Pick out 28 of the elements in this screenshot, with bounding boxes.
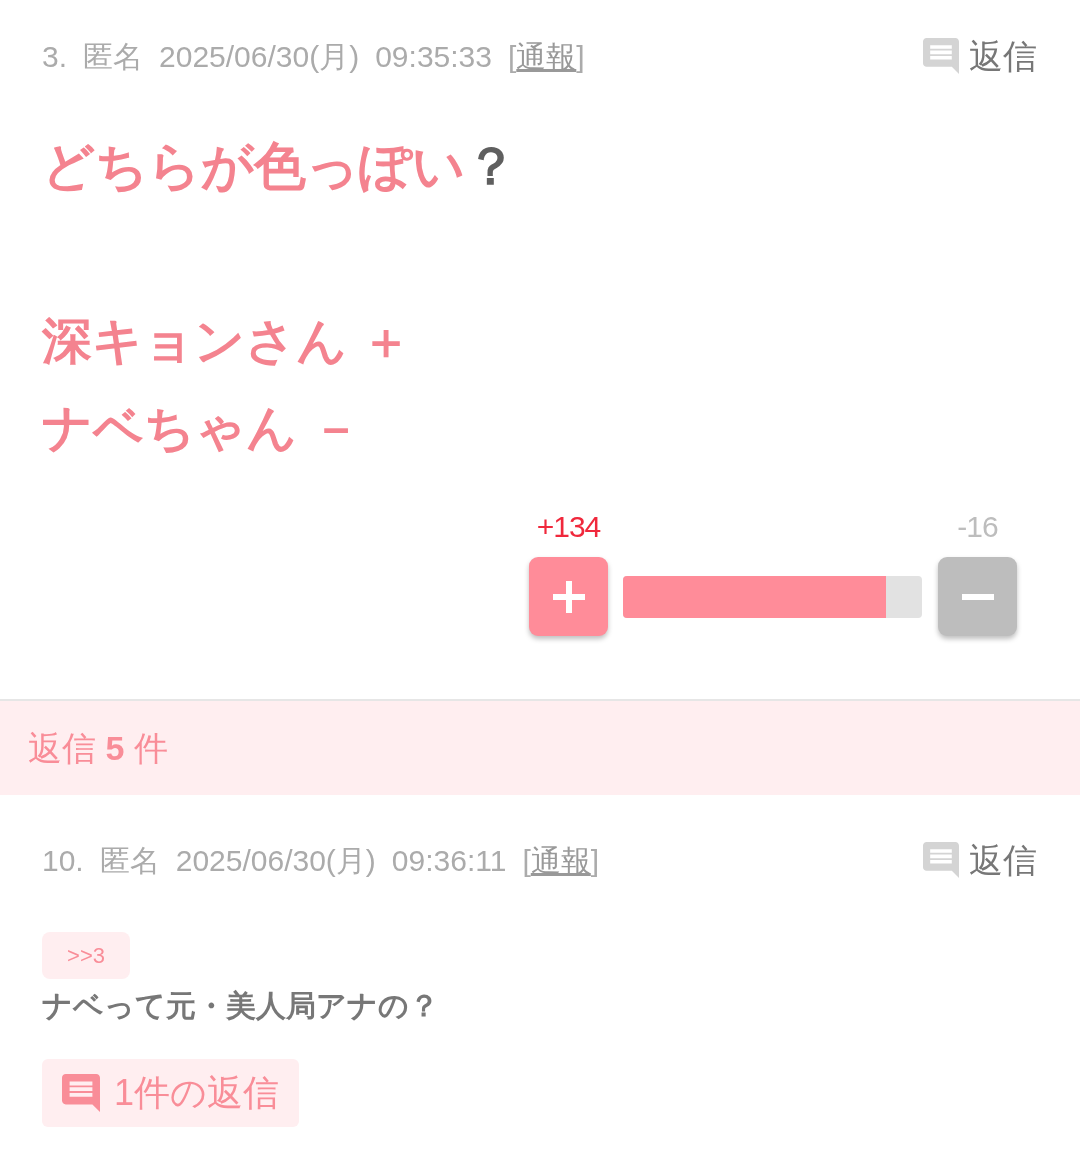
reply-count-button[interactable]: 1件の返信 [42,1059,300,1127]
reply-button[interactable]: 返信 [923,30,1037,82]
comment-icon [923,38,959,74]
minus-count: -16 [957,508,998,545]
author-name: 匿名 [99,842,160,879]
post-number: 10. [42,842,84,879]
replies-count-text: 返信 5 件 [28,727,168,769]
post-title: どちらが色っぽい？ [42,136,517,197]
minus-icon [961,593,994,600]
vote-up-button[interactable] [529,557,608,636]
report-link[interactable]: [通報] [507,33,585,79]
report-link[interactable]: [通報] [522,837,600,883]
plus-icon [552,580,585,613]
option-text: ナベちゃん － [42,399,361,458]
vote-down-button[interactable] [938,557,1017,636]
comment-icon [923,842,959,878]
reply-body-text: ナベって元・美人局アナの？ [42,987,439,1024]
author-name: 匿名 [83,38,144,75]
post-date: 2025/06/30(月) [175,842,376,879]
plus-count: +134 [536,508,601,545]
post-date: 2025/06/30(月) [159,38,360,75]
post-number: 3. [42,38,68,75]
post-time: 09:35:33 [375,38,492,75]
comment-icon [62,1074,100,1112]
reply-button[interactable]: 返信 [923,834,1037,886]
post-time: 09:36:11 [391,842,507,879]
option-text: 深キョンさん ＋ [42,312,411,371]
anchor-link[interactable]: >>3 [42,932,130,979]
